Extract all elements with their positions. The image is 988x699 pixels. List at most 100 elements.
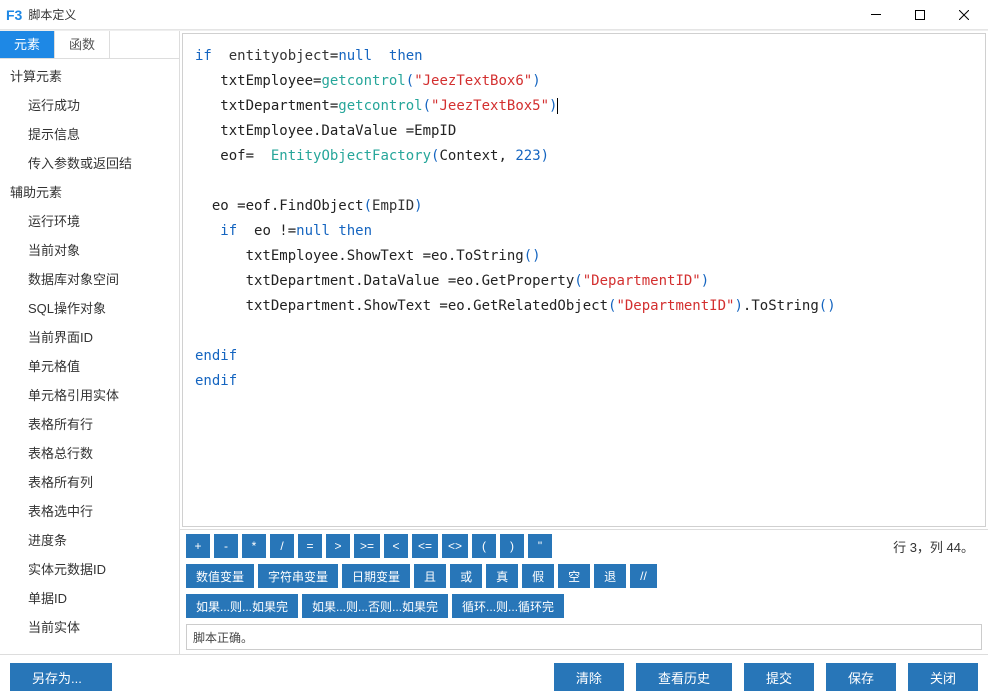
tree-item[interactable]: 当前实体 [0,612,179,641]
code-token: txtEmployee.ShowText =eo.ToString [195,248,524,264]
op-lt[interactable]: < [384,534,408,558]
code-token: txtDepartment.ShowText =eo.GetRelatedObj… [195,298,608,314]
tree-item[interactable]: 表格所有列 [0,467,179,496]
op-comment[interactable]: // [630,564,657,588]
window-title: 脚本定义 [28,6,854,23]
tree-group-aux[interactable]: 辅助元素 [0,177,179,206]
tree-item[interactable]: SQL操作对象 [0,293,179,322]
code-token: txtDepartment [195,98,330,114]
text-caret [557,98,558,114]
tree-item[interactable]: 运行成功 [0,90,179,119]
cursor-position: 行 3，列 44。 [893,537,982,556]
code-token: txtEmployee [195,73,313,89]
clear-button[interactable]: 清除 [554,663,624,691]
operator-toolbar: + - * / = > >= < <= <> ( ) " 行 3，列 44。 数… [180,529,988,654]
tree-item[interactable]: 当前界面ID [0,322,179,351]
op-loop[interactable]: 循环...则...循环完 [452,594,564,618]
code-token: "DepartmentID" [616,298,734,314]
editor-pane: if entityobject=null then txtEmployee=ge… [180,31,988,654]
code-token: eo =eof.FindObject [195,198,364,214]
tab-elements[interactable]: 元素 [0,31,55,58]
code-token: .ToString [743,298,819,314]
close-window-button[interactable] [942,1,986,29]
tree-group-calc[interactable]: 计算元素 [0,61,179,90]
sidebar: 元素 函数 计算元素 运行成功 提示信息 传入参数或返回结 辅助元素 运行环境 … [0,31,180,654]
tree-item[interactable]: 表格所有行 [0,409,179,438]
code-token: if [195,223,237,239]
op-false[interactable]: 假 [522,564,554,588]
save-button[interactable]: 保存 [826,663,896,691]
op-minus[interactable]: - [214,534,238,558]
code-token: getcontrol [321,73,405,89]
code-token: endif [195,348,237,364]
op-multiply[interactable]: * [242,534,266,558]
op-or[interactable]: 或 [450,564,482,588]
tree-item[interactable]: 传入参数或返回结 [0,148,179,177]
tree-item[interactable]: 表格选中行 [0,496,179,525]
op-lparen[interactable]: ( [472,534,496,558]
op-quote[interactable]: " [528,534,552,558]
code-token: "DepartmentID" [583,273,701,289]
code-token: eof [195,148,246,164]
op-empty[interactable]: 空 [558,564,590,588]
tree-item[interactable]: 当前对象 [0,235,179,264]
code-token: null [338,48,372,64]
tree-item[interactable]: 单元格引用实体 [0,380,179,409]
op-lte[interactable]: <= [412,534,438,558]
op-gte[interactable]: >= [354,534,380,558]
tree-item[interactable]: 单元格值 [0,351,179,380]
code-token: endif [195,373,237,389]
op-numvar[interactable]: 数值变量 [186,564,254,588]
code-token: "JeezTextBox5" [431,98,549,114]
op-datevar[interactable]: 日期变量 [342,564,410,588]
op-row-2: 数值变量 字符串变量 日期变量 且 或 真 假 空 退 // [186,564,982,588]
op-ifelse[interactable]: 如果...则...否则...如果完 [302,594,448,618]
code-token: EmpID [372,198,414,214]
title-bar: F3 脚本定义 [0,0,988,30]
code-token: eo != [237,223,296,239]
op-row-1: + - * / = > >= < <= <> ( ) " 行 3，列 44。 [186,534,982,558]
tree-item[interactable]: 单据ID [0,583,179,612]
op-eq[interactable]: = [298,534,322,558]
history-button[interactable]: 查看历史 [636,663,732,691]
element-tree[interactable]: 计算元素 运行成功 提示信息 传入参数或返回结 辅助元素 运行环境 当前对象 数… [0,59,179,654]
op-neq[interactable]: <> [442,534,468,558]
app-icon: F3 [6,7,22,23]
op-gt[interactable]: > [326,534,350,558]
code-token: , [498,148,515,164]
submit-button[interactable]: 提交 [744,663,814,691]
op-and[interactable]: 且 [414,564,446,588]
op-ifthen[interactable]: 如果...则...如果完 [186,594,298,618]
code-token: entityobject [229,48,330,64]
sidebar-tabs: 元素 函数 [0,31,179,59]
code-token: 223 [515,148,540,164]
minimize-button[interactable] [854,1,898,29]
code-token: then [389,48,423,64]
op-divide[interactable]: / [270,534,294,558]
footer-bar: 另存为... 清除 查看历史 提交 保存 关闭 [0,654,988,699]
code-token: txtDepartment.DataValue =eo.GetProperty [195,273,574,289]
maximize-button[interactable] [898,1,942,29]
op-plus[interactable]: + [186,534,210,558]
code-token: Context [439,148,498,164]
code-token: "JeezTextBox6" [414,73,532,89]
save-as-button[interactable]: 另存为... [10,663,112,691]
close-button[interactable]: 关闭 [908,663,978,691]
tree-item[interactable]: 数据库对象空间 [0,264,179,293]
code-editor[interactable]: if entityobject=null then txtEmployee=ge… [182,33,986,527]
tree-item[interactable]: 提示信息 [0,119,179,148]
tree-item[interactable]: 表格总行数 [0,438,179,467]
validation-message: 脚本正确。 [186,624,982,650]
op-strvar[interactable]: 字符串变量 [258,564,338,588]
code-token: getcontrol [338,98,422,114]
tree-item[interactable]: 进度条 [0,525,179,554]
op-rparen[interactable]: ) [500,534,524,558]
tree-item[interactable]: 运行环境 [0,206,179,235]
tree-item[interactable]: 实体元数据ID [0,554,179,583]
op-true[interactable]: 真 [486,564,518,588]
op-return[interactable]: 退 [594,564,626,588]
code-token: null [296,223,330,239]
tab-functions[interactable]: 函数 [55,31,110,58]
code-token: then [330,223,372,239]
op-row-3: 如果...则...如果完 如果...则...否则...如果完 循环...则...… [186,594,982,618]
